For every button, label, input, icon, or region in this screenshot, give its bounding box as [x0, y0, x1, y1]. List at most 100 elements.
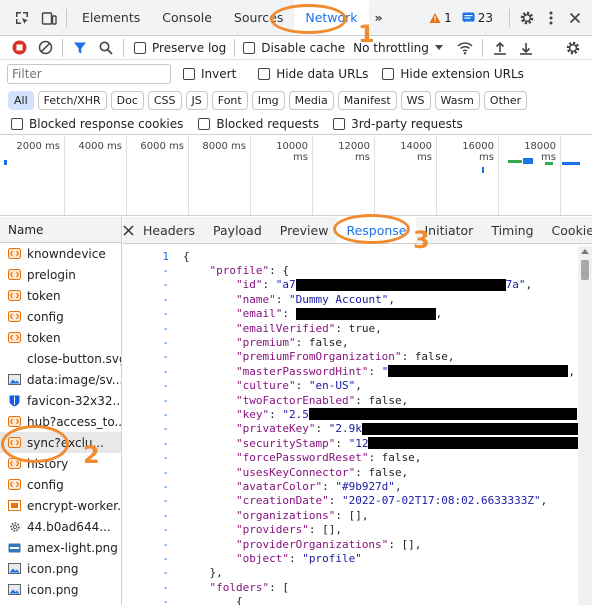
json-punct: , — [568, 364, 575, 378]
request-row[interactable]: icon.png — [0, 579, 121, 600]
filter-chip-all[interactable]: All — [8, 90, 34, 110]
network-conditions-icon[interactable] — [452, 41, 478, 55]
network-settings-gear-icon[interactable] — [560, 40, 586, 56]
filter-chip-doc[interactable]: Doc — [110, 90, 144, 110]
warning-count[interactable]: 1 — [444, 11, 452, 25]
line-number: - — [162, 508, 169, 522]
invert-checkbox[interactable] — [183, 68, 195, 80]
tab-elements[interactable]: Elements — [71, 0, 151, 35]
filter-chip-js[interactable]: JS — [185, 90, 208, 110]
request-row[interactable]: knowndevice — [0, 243, 121, 264]
timeline-tick-label: 4000 ms — [78, 141, 122, 152]
blocked-response-cookies-checkbox[interactable] — [11, 117, 23, 130]
scrollbar-thumb[interactable] — [581, 260, 589, 280]
filter-chip-media[interactable]: Media — [288, 90, 334, 110]
preserve-log-checkbox[interactable] — [134, 41, 146, 54]
detail-tab-cookies[interactable]: Cookies — [543, 217, 592, 243]
hide-data-urls-checkbox[interactable] — [258, 68, 271, 80]
detail-tab-timing[interactable]: Timing — [482, 217, 542, 243]
tab-console[interactable]: Console — [151, 0, 223, 35]
json-key: "forcePasswordReset" — [235, 451, 369, 465]
request-row[interactable]: config — [0, 306, 121, 327]
blocked-requests-checkbox[interactable] — [198, 117, 211, 130]
detail-tab-headers[interactable]: Headers — [134, 217, 204, 243]
third-party-requests-checkbox[interactable] — [333, 117, 346, 130]
inspect-element-icon[interactable] — [8, 10, 36, 26]
filter-chip-img[interactable]: Img — [251, 90, 285, 110]
filter-chip-css[interactable]: CSS — [147, 90, 182, 110]
json-punct: : — [275, 292, 289, 306]
vertical-scrollbar[interactable] — [578, 246, 592, 605]
request-row[interactable]: encrypt-worker... — [0, 495, 121, 516]
detail-tab-preview[interactable]: Preview — [271, 217, 338, 243]
request-name: data:image/sv... — [27, 372, 121, 387]
scroll-up-arrow[interactable] — [581, 249, 589, 254]
filter-chip-wasm[interactable]: Wasm — [434, 90, 480, 110]
request-row[interactable]: icon.png — [0, 558, 121, 579]
fetch-xhr-icon — [8, 478, 21, 491]
export-har-icon[interactable] — [513, 41, 539, 55]
code-line: "masterPasswordHint": ", — [183, 364, 578, 378]
json-punct: { — [235, 595, 243, 605]
json-string: "2022-07-02T17:08:02.6633333Z" — [341, 494, 541, 508]
message-icon[interactable] — [462, 12, 475, 24]
line-number: - — [162, 393, 169, 407]
json-punct: : — [295, 379, 309, 393]
timeline-tick-label: 6000 ms — [140, 141, 184, 152]
hide-extension-urls-checkbox[interactable] — [382, 68, 395, 80]
request-row[interactable]: 44.b0ad644... — [0, 516, 121, 537]
import-har-icon[interactable] — [487, 41, 513, 55]
toolbar-divider — [234, 38, 236, 57]
json-punct: : — [282, 307, 296, 321]
request-row[interactable]: token — [0, 327, 121, 348]
request-row[interactable]: close-button.svg — [0, 348, 121, 369]
json-key: "profile" — [209, 264, 270, 278]
request-name-column: Name knowndevice prelogin token config token… — [0, 217, 122, 605]
search-icon[interactable] — [93, 41, 119, 55]
warning-icon[interactable] — [429, 12, 441, 24]
request-name: config — [27, 477, 64, 492]
request-row[interactable]: token — [0, 285, 121, 306]
device-toolbar-icon[interactable] — [36, 10, 62, 26]
filter-input[interactable] — [7, 64, 171, 84]
filter-chip-manifest[interactable]: Manifest — [337, 90, 397, 110]
json-key: "key" — [235, 407, 270, 421]
close-panel-icon[interactable] — [123, 224, 134, 236]
card-image-icon — [8, 541, 21, 554]
image-file-icon — [8, 583, 21, 596]
chevron-down-icon[interactable] — [432, 45, 446, 50]
timeline-tick-label: 2000 ms — [16, 141, 60, 152]
request-row[interactable]: amex-light.png — [0, 537, 121, 558]
name-column-header[interactable]: Name — [0, 217, 121, 243]
message-count[interactable]: 23 — [478, 11, 493, 25]
json-punct: : false, — [368, 451, 422, 465]
network-overview-timeline[interactable]: 2000 ms 4000 ms 6000 ms 8000 ms 10000 ms 1200… — [0, 136, 592, 216]
filter-chip-other[interactable]: Other — [483, 90, 528, 110]
response-code: { "profile": { "id": "a7 7a", "name": "Du… — [183, 249, 578, 605]
more-options-icon[interactable] — [540, 11, 562, 25]
request-row[interactable]: favicon-32x32... — [0, 390, 121, 411]
filter-chip-fetch-xhr[interactable]: Fetch/XHR — [37, 90, 107, 110]
clear-icon[interactable] — [32, 40, 58, 55]
json-key: "securityStamp" — [235, 436, 336, 450]
line-number: - — [162, 580, 169, 594]
settings-gear-icon[interactable] — [514, 10, 540, 26]
request-row[interactable]: prelogin — [0, 264, 121, 285]
request-row[interactable]: config — [0, 474, 121, 495]
close-devtools-icon[interactable] — [562, 12, 588, 24]
timeline-tick-label: 16000 ms — [462, 141, 494, 163]
json-punct: , — [540, 494, 548, 508]
filter-chip-ws[interactable]: WS — [400, 90, 431, 110]
filter-funnel-icon[interactable] — [67, 41, 93, 55]
detail-tab-payload[interactable]: Payload — [204, 217, 271, 243]
disable-cache-checkbox[interactable] — [243, 41, 256, 54]
code-line: "culture": "en-US", — [183, 379, 578, 393]
request-row[interactable]: data:image/sv... — [0, 369, 121, 390]
record-stop-icon[interactable] — [6, 40, 32, 55]
filter-chip-font[interactable]: Font — [211, 90, 248, 110]
